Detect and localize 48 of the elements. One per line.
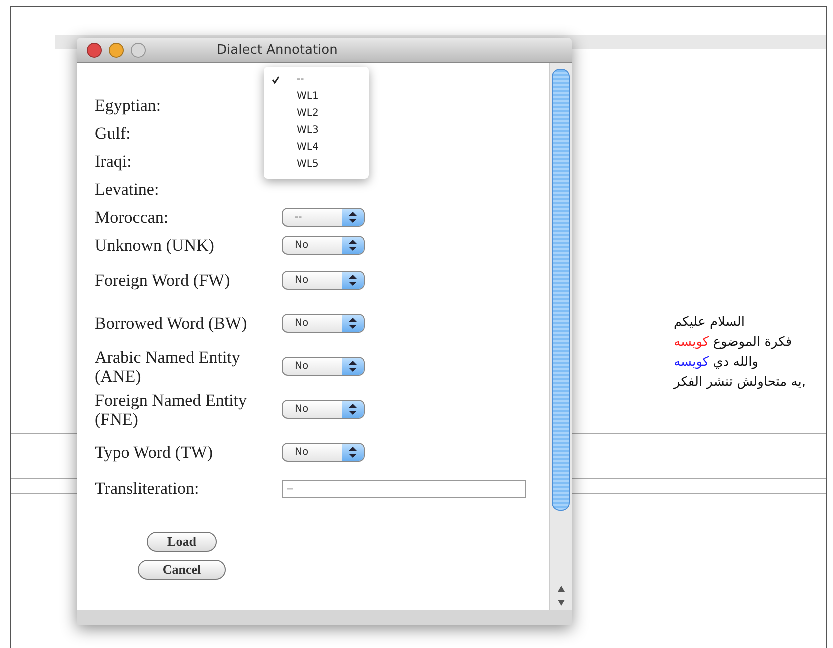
- dropdown[interactable]: No: [282, 443, 365, 462]
- menu-item[interactable]: --: [264, 71, 369, 88]
- field-label: Foreign Word (FW): [95, 271, 232, 290]
- stepper-icon: [349, 361, 357, 372]
- window-title: Dialect Annotation: [217, 42, 338, 58]
- minimize-icon[interactable]: [109, 42, 124, 58]
- dropdown[interactable]: No: [282, 271, 365, 290]
- stepper-icon: [349, 318, 357, 329]
- menu-item[interactable]: WL3: [264, 122, 369, 139]
- arabic-text-line: ,يه متحاولش تنشر الفكر: [674, 374, 806, 392]
- field-label: Arabic Named Entity (ANE): [95, 348, 242, 386]
- menu-item[interactable]: WL1: [264, 88, 369, 105]
- field-label: Typo Word (TW): [95, 443, 214, 462]
- stepper-icon: [349, 404, 357, 415]
- zoom-icon[interactable]: [131, 42, 146, 58]
- field-label: Foreign Named Entity (FNE): [95, 390, 248, 428]
- field-label: Gulf:: [95, 124, 132, 142]
- cancel-button[interactable]: Cancel: [138, 560, 226, 580]
- dropdown[interactable]: No: [282, 314, 365, 333]
- field-label: Unknown (UNK): [95, 236, 216, 254]
- arabic-text-line: فكرة الموضوع كويسه: [674, 334, 792, 352]
- field-label: Iraqi:: [95, 152, 133, 170]
- field-label: Moroccan:: [95, 208, 170, 226]
- dropdown[interactable]: --: [282, 208, 365, 226]
- field-label: Levatine:: [95, 180, 160, 198]
- stepper-icon: [349, 212, 357, 222]
- scroll-up-icon[interactable]: [558, 586, 564, 592]
- stepper-icon: [349, 275, 357, 286]
- checkmark-icon: [272, 76, 280, 84]
- field-label: Borrowed Word (BW): [95, 314, 248, 333]
- input-field[interactable]: –: [282, 480, 526, 498]
- close-icon[interactable]: [87, 42, 102, 58]
- menu-item[interactable]: WL5: [264, 156, 369, 173]
- load-button[interactable]: Load: [147, 532, 217, 552]
- scroll-down-icon[interactable]: [558, 600, 564, 606]
- scrollbar[interactable]: [549, 63, 572, 610]
- arabic-text-line: والله دي كويسه: [674, 354, 758, 372]
- menu-item[interactable]: WL4: [264, 139, 369, 156]
- field-label: Egyptian:: [95, 96, 162, 114]
- field-label: Transliteration:: [95, 478, 200, 498]
- dropdown[interactable]: No: [282, 400, 365, 419]
- scroll-thumb[interactable]: [552, 69, 570, 511]
- stepper-icon: [349, 447, 357, 458]
- stepper-icon: [349, 240, 357, 250]
- arabic-text-line: السلام عليكم: [674, 314, 745, 332]
- menu-item[interactable]: WL2: [264, 105, 369, 122]
- dropdown[interactable]: No: [282, 357, 365, 376]
- dropdown[interactable]: No: [282, 236, 365, 254]
